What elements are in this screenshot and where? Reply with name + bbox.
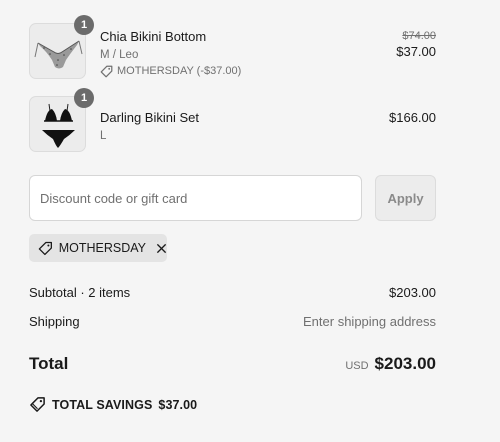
total-value: $203.00 [374, 354, 436, 373]
total-row: Total USD $203.00 [29, 354, 436, 374]
line-item: 1 Chia Bikini Bottom M / Leo MOTHERSDAY … [29, 15, 436, 81]
subtotal-row: Subtotal · 2 items $203.00 [29, 285, 436, 300]
tag-icon [100, 65, 113, 77]
shipping-value: Enter shipping address [303, 314, 436, 329]
subtotal-label: Subtotal · 2 items [29, 285, 131, 300]
item-discount: MOTHERSDAY (-$37.00) [100, 63, 241, 79]
item-price: $37.00 [396, 44, 436, 59]
shipping-label: Shipping [29, 314, 80, 329]
savings-value: $37.00 [158, 397, 198, 412]
product-name: Chia Bikini Bottom [100, 29, 207, 44]
savings-label: TOTAL SAVINGS [52, 397, 153, 412]
quantity-badge: 1 [74, 88, 94, 108]
total-savings: TOTAL SAVINGS $37.00 [29, 396, 197, 413]
shipping-row: Shipping Enter shipping address [29, 314, 436, 329]
applied-discount-code: MOTHERSDAY [58, 241, 146, 255]
currency-code: USD [345, 360, 369, 372]
close-icon [156, 243, 167, 253]
item-discount-label: MOTHERSDAY (-$37.00) [117, 65, 242, 77]
discount-code-input[interactable] [29, 175, 362, 221]
remove-discount-button[interactable] [156, 243, 167, 254]
apply-button[interactable]: Apply [375, 175, 436, 221]
line-item: 1 Darling Bikini Set L $166.00 [29, 88, 436, 154]
item-price: $166.00 [389, 110, 436, 125]
applied-discount-chip: MOTHERSDAY [29, 234, 167, 262]
quantity-badge: 1 [74, 15, 94, 35]
tag-icon [30, 397, 45, 412]
tag-icon [38, 241, 52, 255]
total-label: Total [29, 354, 69, 373]
subtotal-value: $203.00 [389, 285, 436, 300]
product-variant: L [100, 130, 107, 142]
product-variant: M / Leo [100, 49, 139, 61]
product-name: Darling Bikini Set [100, 110, 199, 125]
compare-at-price: $74.00 [402, 30, 436, 42]
